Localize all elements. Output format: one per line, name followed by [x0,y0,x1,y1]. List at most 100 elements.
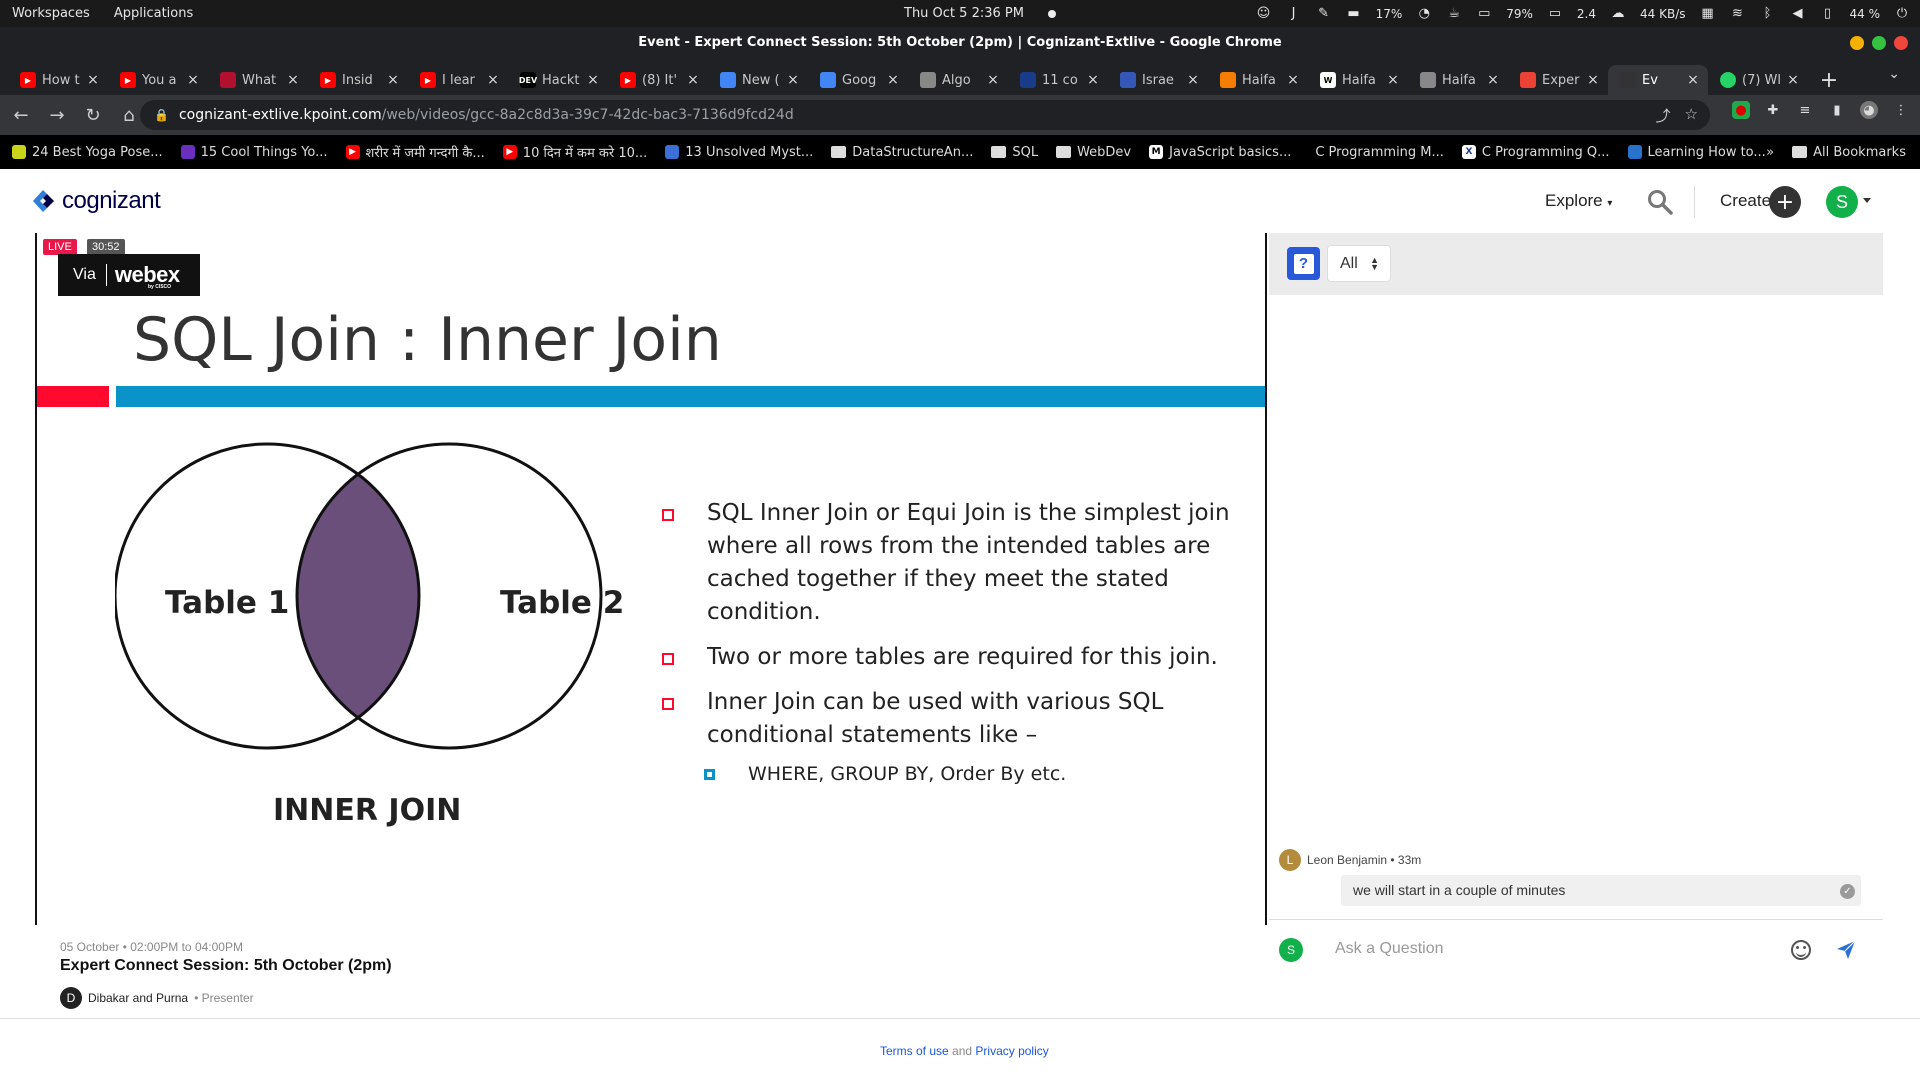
bookmark-item[interactable]: X C Programming Q... [1461,145,1610,160]
pen-icon[interactable]: ✎ [1316,6,1332,21]
search-icon[interactable] [1647,189,1673,215]
tab[interactable]: New (× [708,65,808,95]
tab[interactable]: Algo × [908,65,1008,95]
close-tab-icon[interactable]: × [1486,72,1500,88]
youtube-icon: ▶ [620,72,636,88]
bookmark-item[interactable]: 24 Best Yoga Pose... [12,145,163,160]
chrome-menu-icon[interactable]: ⋮ [1892,101,1910,119]
profile-icon[interactable]: ◕ [1860,101,1878,119]
tab[interactable]: Ev × [1608,65,1708,95]
coffee-icon[interactable]: ☕ [1446,6,1462,21]
privacy-link[interactable]: Privacy policy [975,1044,1048,1058]
close-tab-icon[interactable]: × [286,72,300,88]
explore-menu[interactable]: Explore ▾ [1545,191,1612,211]
applications-menu[interactable]: Applications [114,6,193,21]
close-tab-icon[interactable]: × [1686,72,1700,88]
presenter-name[interactable]: Dibakar and Purna [88,991,188,1005]
close-tab-icon[interactable]: × [486,72,500,88]
bookmark-item[interactable]: WebDev [1056,145,1131,160]
clipboard-icon[interactable]: J [1286,6,1302,21]
keyboard-icon[interactable]: ▦ [1700,6,1716,21]
bookmark-star-icon[interactable]: ☆ [1685,105,1698,126]
reading-list-icon[interactable]: ≡ [1796,101,1814,119]
tab[interactable]: W Haifa × [1308,65,1408,95]
close-window-button[interactable] [1894,36,1908,50]
bookmark-item[interactable]: Learning How to... [1627,145,1766,160]
create-label[interactable]: Create [1720,191,1771,211]
tab[interactable]: Haifa × [1408,65,1508,95]
tab[interactable]: ▶ I lear × [408,65,508,95]
close-tab-icon[interactable]: × [986,72,1000,88]
close-tab-icon[interactable]: × [586,72,600,88]
power-icon[interactable]: ⏻ [1894,6,1910,21]
gamepad-icon[interactable]: ☺ [1256,6,1272,21]
tab[interactable]: ▶ Insid × [308,65,408,95]
address-bar[interactable]: 🔒 cognizant-extlive.kpoint.com/web/video… [140,100,1710,130]
presenter-avatar: D [60,987,82,1009]
cognizant-logo[interactable]: cognizant [30,187,161,215]
close-tab-icon[interactable]: × [686,72,700,88]
qa-filter-select[interactable]: All ▲ ▼ [1327,245,1391,282]
close-tab-icon[interactable]: × [1586,72,1600,88]
user-avatar[interactable]: S [1826,186,1858,218]
back-icon[interactable]: ← [4,98,38,132]
gauge-icon: ◔ [1418,6,1430,21]
close-tab-icon[interactable]: × [86,72,100,88]
battery-icon[interactable]: ▯ [1820,6,1836,21]
close-tab-icon[interactable]: × [886,72,900,88]
all-bookmarks[interactable]: All Bookmarks [1792,145,1906,160]
workspaces-menu[interactable]: Workspaces [12,6,90,21]
close-tab-icon[interactable]: × [1086,72,1100,88]
bookmark-label: SQL [1012,144,1039,160]
tab[interactable]: 11 co × [1008,65,1108,95]
terms-link[interactable]: Terms of use [880,1044,949,1058]
tab[interactable]: (7) Wl × [1708,65,1808,95]
bookmark-item[interactable]: SQL [991,145,1038,160]
share-icon[interactable]: ⤴ [1656,105,1671,126]
bookmark-item[interactable]: 15 Cool Things Yo... [180,145,328,160]
forward-icon[interactable]: → [40,98,74,132]
maximize-button[interactable] [1872,36,1886,50]
bookmark-item[interactable]: M JavaScript basics... [1149,145,1291,160]
send-icon[interactable] [1834,938,1858,962]
video-player[interactable]: LIVE 30:52 Via webex by CISCO SQL Join :… [35,233,1267,925]
emoji-icon[interactable] [1791,940,1811,960]
close-tab-icon[interactable]: × [386,72,400,88]
clock[interactable]: Thu Oct 5 2:36 PM [904,6,1024,21]
tab[interactable]: ▶ How t × [8,65,108,95]
volume-icon[interactable]: ◀ [1790,6,1806,21]
ask-question-input[interactable] [1335,934,1755,964]
extension-red-icon[interactable]: ● [1732,101,1750,119]
close-tab-icon[interactable]: × [1786,72,1800,88]
avatar-caret-icon[interactable] [1863,198,1871,203]
close-tab-icon[interactable]: × [186,72,200,88]
tab-search-icon[interactable]: ⌄ [1888,66,1900,82]
reload-icon[interactable]: ↻ [76,98,110,132]
create-plus-icon[interactable]: + [1769,186,1801,218]
bookmark-item[interactable]: ▶ शरीर में जमी गन्दगी कै... [345,143,485,161]
tab[interactable]: DEV Hackt × [508,65,608,95]
tab[interactable]: ▶ You a × [108,65,208,95]
extensions-puzzle-icon[interactable]: ✚ [1764,101,1782,119]
new-tab-icon[interactable]: + [1814,65,1844,95]
tab[interactable]: What × [208,65,308,95]
close-tab-icon[interactable]: × [1186,72,1200,88]
side-panel-icon[interactable]: ▮ [1828,101,1846,119]
close-tab-icon[interactable]: × [1286,72,1300,88]
tab[interactable]: Haifa × [1208,65,1308,95]
tab[interactable]: Israe × [1108,65,1208,95]
bookmark-item[interactable]: DataStructureAn... [831,145,973,160]
tab[interactable]: Goog × [808,65,908,95]
bookmark-item[interactable]: ▶ 10 दिन में कम करे 10... [502,143,647,161]
tab[interactable]: ▶ (8) It' × [608,65,708,95]
wifi-icon[interactable]: ≋ [1730,6,1746,21]
bookmark-item[interactable]: 13 Unsolved Myst... [665,145,813,160]
bluetooth-icon[interactable]: ᛒ [1760,6,1776,21]
tab[interactable]: Exper × [1508,65,1608,95]
question-icon[interactable]: ? [1287,247,1320,280]
more-bookmarks-icon[interactable]: » [1766,145,1774,160]
close-tab-icon[interactable]: × [786,72,800,88]
bookmark-item[interactable]: C Programming M... [1309,145,1444,160]
minimize-button[interactable] [1850,36,1864,50]
close-tab-icon[interactable]: × [1386,72,1400,88]
